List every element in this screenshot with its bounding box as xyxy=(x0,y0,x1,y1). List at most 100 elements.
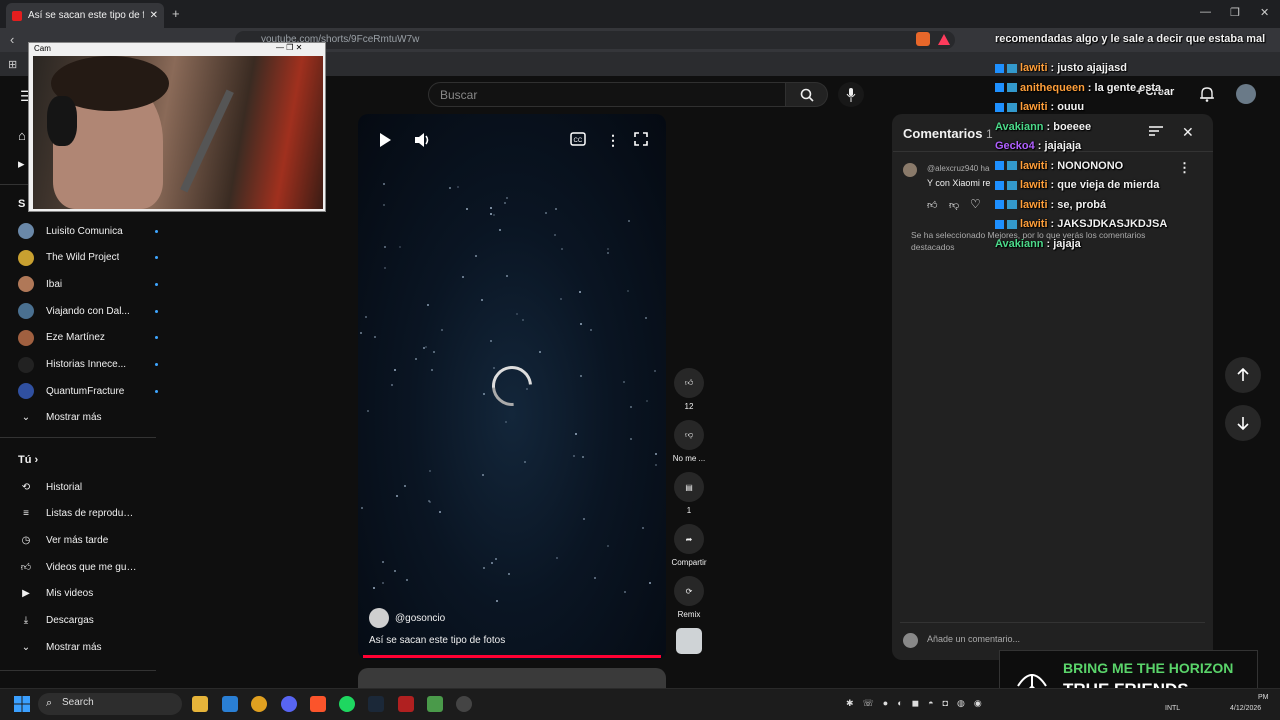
you-item-label: Descargas xyxy=(46,615,94,626)
add-comment-input[interactable]: Añade un comentario... xyxy=(927,634,1020,644)
sidebar-subscription[interactable]: Historias Innece... xyxy=(18,352,158,378)
discord-icon[interactable] xyxy=(281,696,297,712)
steam-icon[interactable] xyxy=(368,696,384,712)
channel-info[interactable]: @gosoncio xyxy=(369,608,445,628)
star-dot xyxy=(607,545,610,548)
app-icon[interactable] xyxy=(398,696,414,712)
subscriptions-header[interactable]: S xyxy=(18,198,25,210)
dislike-button[interactable]: 👎︎ No me ... xyxy=(672,420,706,463)
comments-title: Comentarios xyxy=(903,126,983,141)
comments-button[interactable]: ▤ 1 xyxy=(672,472,706,515)
webcam-window-controls[interactable]: — ❐ ✕ xyxy=(276,43,302,52)
heart-icon[interactable]: ♡ xyxy=(970,197,981,211)
channel-avatar[interactable] xyxy=(369,608,389,628)
taskbar-search[interactable]: Search xyxy=(38,693,182,715)
sidebar-divider xyxy=(0,670,156,671)
star-dot xyxy=(439,511,442,514)
apps-grid-icon[interactable]: ⊞ xyxy=(8,58,17,71)
sidebar-subscription[interactable]: Viajando con Dal... xyxy=(18,298,158,324)
browser-tab[interactable]: Así se sacan este tipo de fotos - ✕ xyxy=(6,3,164,28)
more-options-icon[interactable]: ⋮ xyxy=(606,132,620,149)
clock-date[interactable]: 4/12/2026 xyxy=(1230,705,1261,712)
new-content-dot xyxy=(155,389,158,393)
star-dot xyxy=(431,369,434,371)
svg-text:CC: CC xyxy=(574,138,583,144)
comment-like-icon[interactable]: 👍︎ xyxy=(927,199,937,211)
add-comment-divider xyxy=(900,622,1205,623)
next-video-preview[interactable] xyxy=(358,668,666,688)
comment-dislike-icon[interactable]: 👎︎ xyxy=(949,199,959,211)
play-icon[interactable] xyxy=(378,132,392,153)
star-dot xyxy=(504,202,507,205)
chat-badge-icon xyxy=(995,63,1004,73)
like-button[interactable]: 👍︎ 12 xyxy=(672,368,706,411)
sidebar-subscription[interactable]: Luisito Comunica xyxy=(18,218,158,244)
voice-search-button[interactable] xyxy=(838,82,864,107)
sidebar-subscription[interactable]: The Wild Project xyxy=(18,245,158,271)
obs-icon[interactable] xyxy=(456,696,472,712)
commenter-handle[interactable]: @alexcruz940 ha xyxy=(927,164,989,173)
you-section-header[interactable]: Tú › xyxy=(18,454,38,466)
notifications-bell-icon[interactable] xyxy=(1200,86,1214,107)
sidebar-you-item[interactable]: ▶ Mis videos xyxy=(18,581,158,607)
remix-button[interactable]: ⟳ Remix xyxy=(672,576,706,619)
show-more-subs[interactable]: ⌄ Mostrar más xyxy=(18,404,158,430)
sidebar-subscription[interactable]: QuantumFracture xyxy=(18,378,158,404)
close-window-button[interactable]: ✕ xyxy=(1260,6,1269,19)
spotify-icon[interactable] xyxy=(339,696,355,712)
previous-short-button[interactable] xyxy=(1225,357,1261,393)
sidebar-you-item[interactable]: ⤓ Descargas xyxy=(18,608,158,634)
close-tab-icon[interactable]: ✕ xyxy=(150,10,158,21)
url-field[interactable]: youtube.com/shorts/9FceRmtuW7w xyxy=(235,31,955,49)
commenter-avatar[interactable] xyxy=(903,163,917,177)
language-indicator[interactable]: INTL xyxy=(1165,705,1180,712)
sidebar-subscription[interactable]: Eze Martínez xyxy=(18,325,158,351)
sidebar-you-item[interactable]: 👍︎ Videos que me gus... xyxy=(18,554,158,580)
search-input[interactable]: Buscar xyxy=(428,82,786,107)
sidebar-you-item[interactable]: ◷ Ver más tarde xyxy=(18,527,158,553)
remix-label: Remix xyxy=(677,610,701,619)
chrome-icon[interactable] xyxy=(251,696,267,712)
sidebar-you-item[interactable]: ≡ Listas de reproducc... xyxy=(18,501,158,527)
close-comments-icon[interactable]: ✕ xyxy=(1182,124,1194,141)
audio-thumbnail[interactable] xyxy=(676,628,702,654)
star-dot xyxy=(489,339,492,342)
maximize-button[interactable]: ❐ xyxy=(1230,6,1240,19)
new-content-dot xyxy=(155,229,158,233)
like-count: 12 xyxy=(684,402,694,411)
minimize-button[interactable]: — xyxy=(1200,6,1211,18)
file-explorer-icon[interactable] xyxy=(192,696,208,712)
channel-name[interactable]: @gosoncio xyxy=(395,613,445,624)
next-short-button[interactable] xyxy=(1225,405,1261,441)
star-dot xyxy=(428,469,431,472)
back-icon[interactable]: ‹ xyxy=(10,32,14,47)
volume-icon[interactable] xyxy=(414,132,432,153)
brave-rewards-icon[interactable] xyxy=(938,34,950,45)
fullscreen-icon[interactable] xyxy=(634,132,648,151)
shorts-video-player[interactable]: CC ⋮ @gosoncio Así se sacan este tipo de… xyxy=(358,114,666,660)
home-icon[interactable]: ⌂ xyxy=(18,128,26,143)
shorts-icon[interactable]: ▸ xyxy=(18,156,25,172)
account-avatar[interactable] xyxy=(1236,84,1256,104)
clock-time[interactable]: PM xyxy=(1258,694,1269,701)
search-button[interactable] xyxy=(786,82,828,107)
app-icon-2[interactable] xyxy=(427,696,443,712)
windows-start-icon[interactable] xyxy=(14,696,30,717)
star-dot xyxy=(366,410,369,413)
share-button[interactable]: ➦ Compartir xyxy=(671,524,707,567)
sidebar-subscription[interactable]: Ibai xyxy=(18,271,158,297)
brave-icon[interactable] xyxy=(310,696,326,712)
comment-menu-icon[interactable]: ⋮ xyxy=(1178,160,1191,176)
commenter-handle-text: @alexcruz940 xyxy=(927,164,979,173)
new-tab-button[interactable]: + xyxy=(172,6,180,21)
brave-shield-icon[interactable] xyxy=(916,32,930,46)
vscode-icon[interactable] xyxy=(222,696,238,712)
captions-icon[interactable]: CC xyxy=(570,132,586,151)
star-dot xyxy=(653,370,656,373)
progress-bar[interactable] xyxy=(363,655,661,658)
system-tray-icons[interactable]: ✱☏●◐◼◓◘◍◉ xyxy=(846,698,991,709)
chat-username: lawiti xyxy=(1020,198,1048,211)
sidebar-you-item[interactable]: ⌄ Mostrar más xyxy=(18,634,158,660)
sidebar-you-item[interactable]: ⟲ Historial xyxy=(18,474,158,500)
sort-icon[interactable] xyxy=(1149,124,1163,142)
